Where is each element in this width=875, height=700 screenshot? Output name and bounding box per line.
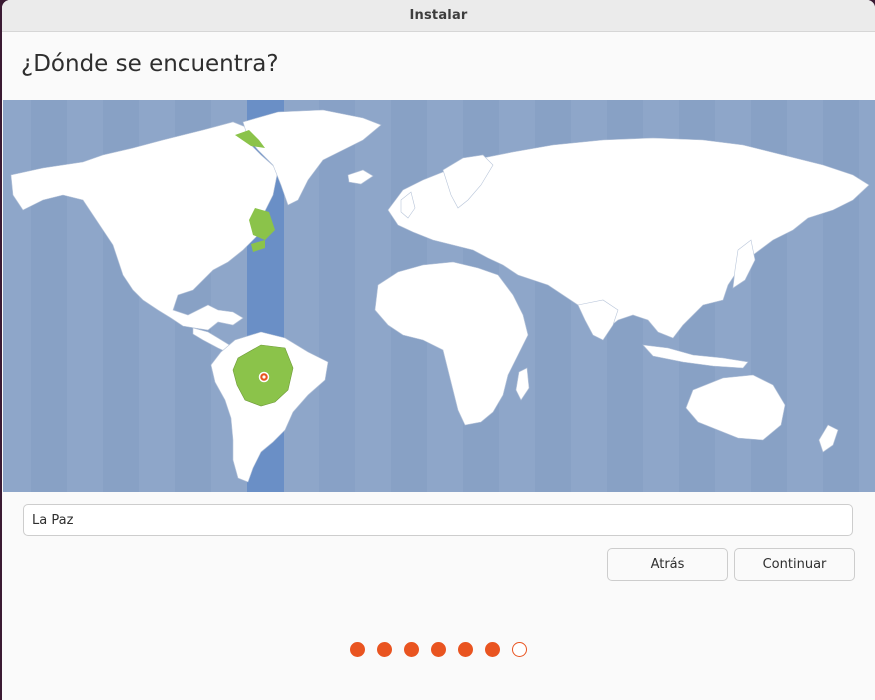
progress-dot — [431, 642, 446, 657]
title-bar: Instalar — [2, 0, 875, 32]
timezone-map[interactable] — [3, 100, 875, 492]
progress-dot — [458, 642, 473, 657]
world-map-graphic — [10, 100, 870, 492]
progress-dots — [350, 642, 527, 657]
progress-dot — [512, 642, 527, 657]
window-title: Instalar — [409, 8, 468, 23]
progress-dot — [350, 642, 365, 657]
madagascar — [515, 367, 530, 401]
installer-window: Instalar ¿Dónde se encuentra? La Paz Atr… — [2, 0, 875, 700]
progress-dot — [485, 642, 500, 657]
continue-button[interactable]: Continuar — [734, 548, 855, 581]
page-title: ¿Dónde se encuentra? — [21, 51, 279, 77]
back-button[interactable]: Atrás — [607, 548, 728, 581]
city-marker — [258, 371, 270, 383]
progress-dot — [377, 642, 392, 657]
timezone-city-input[interactable] — [23, 504, 853, 536]
progress-dot — [404, 642, 419, 657]
